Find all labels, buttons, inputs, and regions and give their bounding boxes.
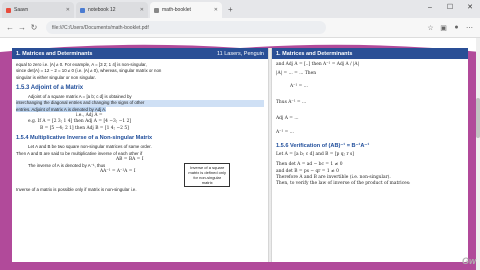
header-title: 1. Matrices and Determinants [276, 50, 353, 57]
watermark-logo: Gw [461, 256, 476, 266]
section-heading: 1.5.3 Adjoint of a Matrix [16, 84, 84, 91]
solution-line: A⁻¹ = ... [276, 130, 294, 136]
scroll-thumb[interactable] [476, 98, 480, 138]
close-tab-icon[interactable]: ✕ [214, 7, 218, 13]
section-heading: 1.5.6 Verification of (AB)⁻¹ = B⁻¹A⁻¹ [276, 142, 370, 149]
tab-label: Saavn [14, 7, 29, 13]
close-tab-icon[interactable]: ✕ [140, 7, 144, 13]
forward-icon[interactable]: → [16, 23, 28, 32]
browser-tab-2[interactable]: notebook 12 ✕ [76, 2, 148, 18]
browser-tab-3[interactable]: math-booklet ✕ [150, 2, 222, 18]
address-toolbar: ← → ↻ file:///C:/Users/Documents/math-bo… [0, 18, 480, 38]
pdf-viewer: 1. Matrices and Determinants 11 Lasers, … [0, 38, 480, 270]
page-header: 1. Matrices and Determinants [272, 48, 468, 59]
header-right: 11 Lasers, Penguin [217, 50, 264, 57]
inverse-text: Inverse of a matrix is possible only if … [16, 187, 137, 193]
solution-line: Adj A = ... [276, 116, 299, 122]
minimize-button[interactable]: – [420, 0, 440, 16]
section-heading: 1.5.4 Multiplicative Inverse of a Non-si… [16, 134, 153, 141]
note-line: matrix [201, 180, 213, 186]
adjoint-example: B = [5 −4; 2 1] then Adj B = [1 4; −2 5] [40, 125, 129, 131]
tab-label: math-booklet [162, 7, 191, 13]
new-tab-button[interactable]: + [228, 2, 233, 18]
solution-line: A⁻¹ = ... [290, 83, 308, 89]
right-page: 1. Matrices and Determinants and Adj A =… [272, 48, 468, 262]
header-title: 1. Matrices and Determinants [16, 50, 93, 57]
solution-line: and Adj A = [..] then A⁻¹ = Adj A / |A| [276, 62, 360, 67]
url-bar[interactable]: file:///C:/Users/Documents/math-booklet.… [46, 21, 326, 34]
close-window-button[interactable]: ✕ [460, 0, 480, 16]
verify-line: Let A = [a b; c d] and B = [p q; r s] [276, 152, 354, 158]
tab-favicon-icon [80, 7, 85, 13]
tab-favicon-icon [154, 7, 159, 13]
browser-tab-1[interactable]: Saavn ✕ [2, 2, 74, 18]
intro-line: singular is either singular or non singu… [16, 74, 96, 80]
browser-tools: ☆ ▣ ● ⋯ [424, 24, 476, 32]
back-icon[interactable]: ← [4, 23, 16, 32]
collections-icon[interactable]: ▣ [437, 24, 450, 32]
tab-favicon-icon [6, 7, 11, 13]
page-header: 1. Matrices and Determinants 11 Lasers, … [12, 48, 268, 59]
refresh-icon[interactable]: ↻ [28, 23, 40, 32]
verify-line: Then, to verify the law of inverse of th… [276, 181, 411, 187]
tab-label: notebook 12 [88, 7, 116, 13]
close-tab-icon[interactable]: ✕ [66, 7, 70, 13]
maximize-button[interactable]: ☐ [440, 0, 460, 16]
browser-tab-bar: Saavn ✕ notebook 12 ✕ math-booklet ✕ + –… [0, 0, 480, 18]
star-icon[interactable]: ☆ [424, 24, 437, 32]
vertical-scrollbar[interactable] [476, 38, 480, 270]
menu-icon[interactable]: ⋯ [463, 24, 476, 32]
highlighted-text[interactable]: entries. Adjoint of matrix A is denoted … [16, 106, 107, 112]
left-page: 1. Matrices and Determinants 11 Lasers, … [12, 48, 268, 262]
solution-line: |A| = ... = ... Then [276, 71, 317, 77]
profile-icon[interactable]: ● [450, 24, 463, 32]
inverse-equation: AA⁻¹ = A⁻¹A = I [100, 169, 136, 175]
url-text: file:///C:/Users/Documents/math-booklet.… [52, 24, 149, 31]
note-box: Inverse of a square matrix is defined on… [184, 163, 230, 188]
solution-line: Thus A⁻¹ = ... [276, 99, 307, 105]
window-controls: – ☐ ✕ [420, 0, 480, 16]
